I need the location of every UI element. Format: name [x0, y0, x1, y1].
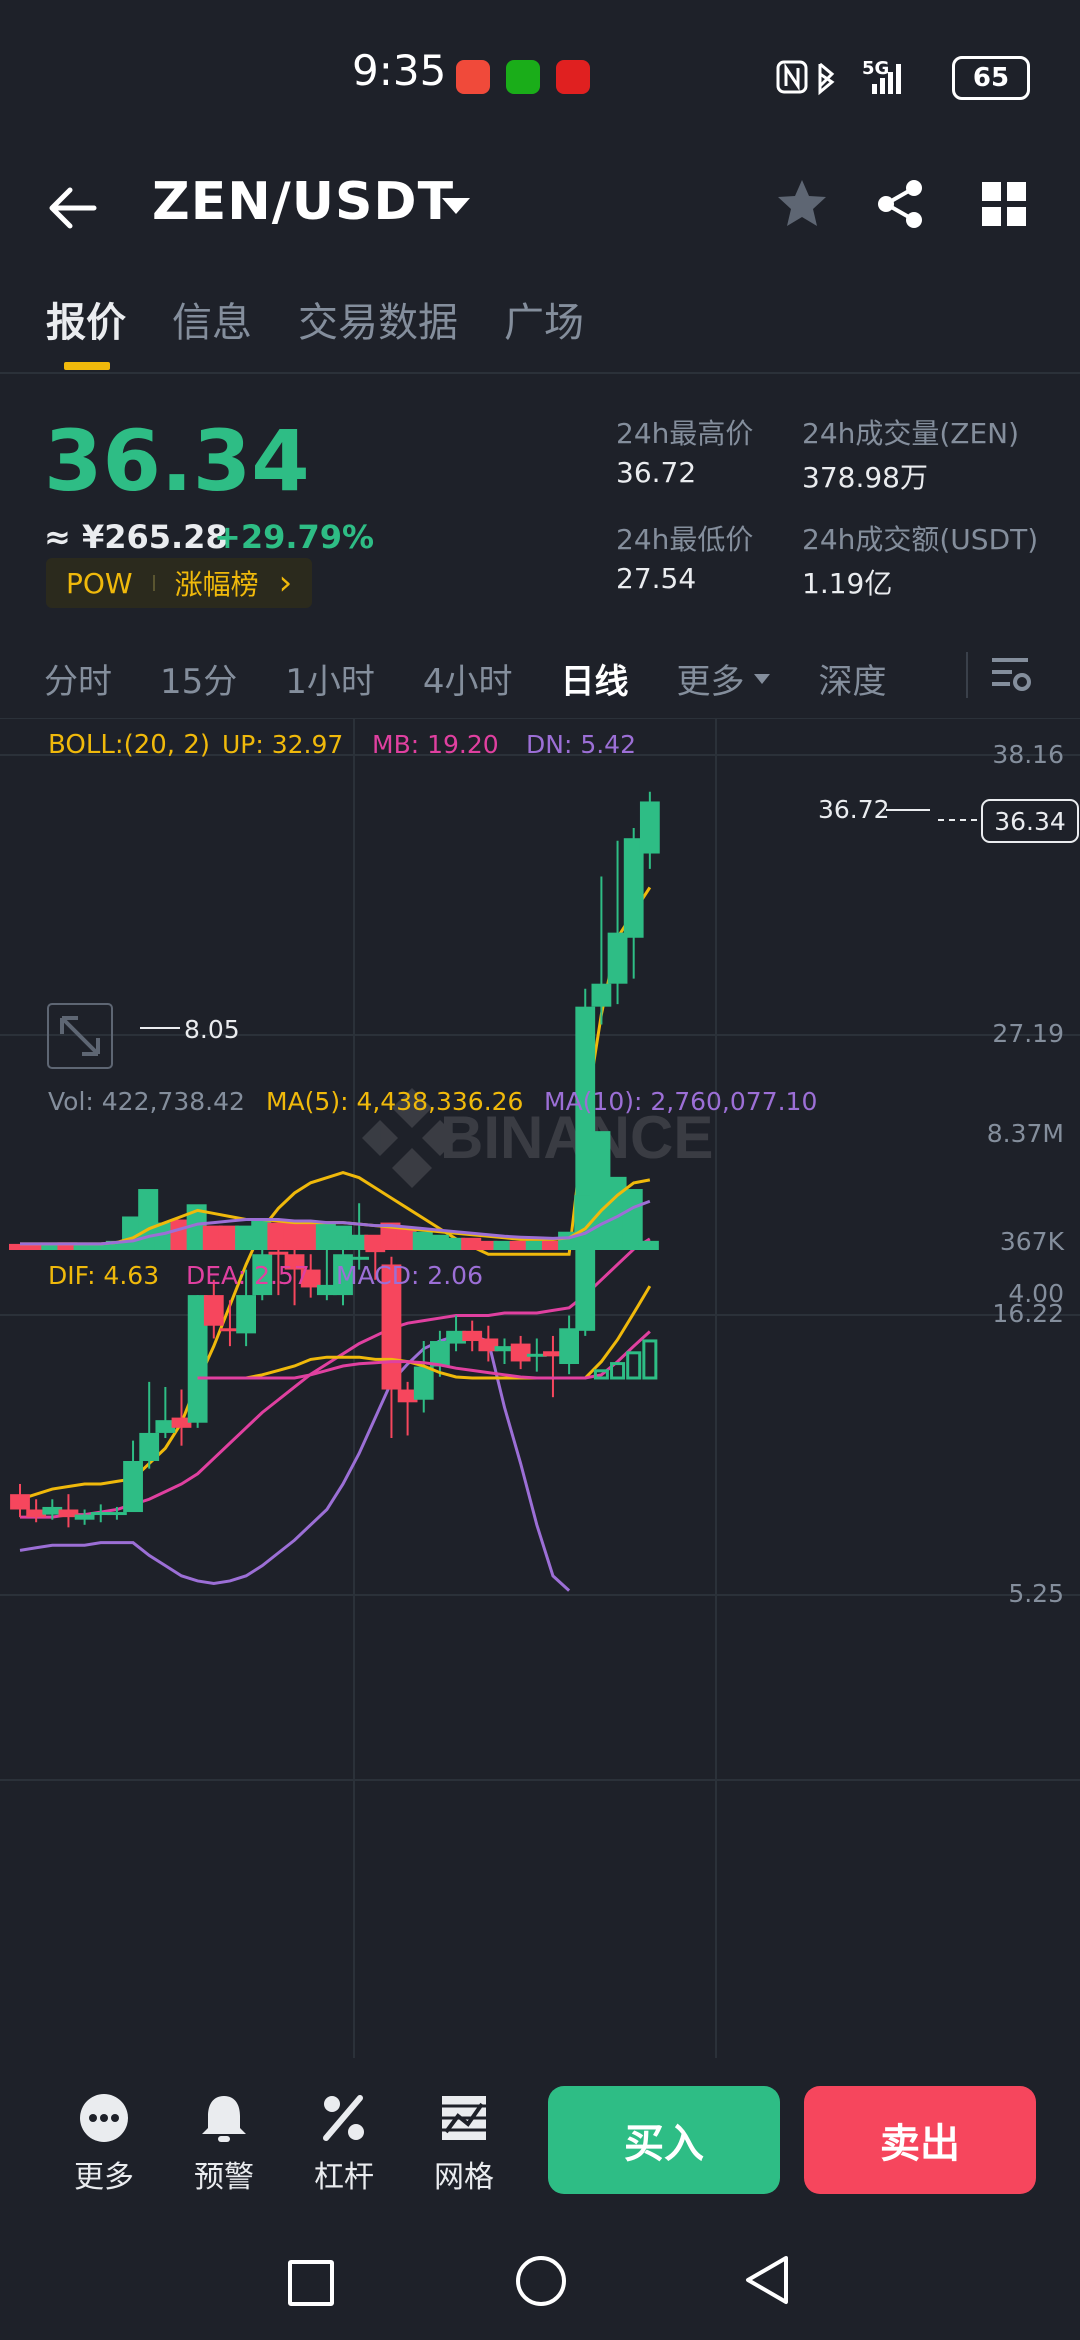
tab-square[interactable]: 广场 — [504, 290, 584, 348]
macd-hist-bar — [642, 1339, 658, 1380]
tab-info[interactable]: 信息 — [172, 290, 252, 348]
period-1d[interactable]: 日线 — [561, 654, 629, 703]
percent-icon — [323, 2095, 364, 2141]
pair-title[interactable]: ZEN/USDT — [152, 172, 454, 232]
network-label: 5G — [862, 58, 890, 79]
high-label: 24h最高价 — [616, 417, 754, 450]
share-icon[interactable] — [872, 176, 928, 232]
boll-up: UP: 32.97 — [222, 730, 343, 759]
vol-ma5: MA(5): 4,438,336.26 — [266, 1087, 523, 1116]
grid-button[interactable]: 网格 — [414, 2092, 514, 2196]
main-tabs: 报价 信息 交易数据 广场 — [46, 290, 584, 348]
tabs-divider — [0, 372, 1080, 374]
recent-apps-button[interactable] — [288, 2260, 334, 2306]
game-app-icon — [556, 60, 590, 94]
candle — [510, 1335, 531, 1370]
grid-trading-icon — [442, 2096, 486, 2140]
current-price-label: 36.34 — [994, 807, 1066, 836]
vol-label: Vol: 422,738.42 — [48, 1087, 245, 1116]
tab-active-indicator — [64, 362, 110, 370]
period-4h[interactable]: 4小时 — [423, 654, 513, 703]
tag-separator — [152, 575, 155, 591]
boll-dn-line — [19, 1334, 571, 1592]
pair-dropdown-icon[interactable] — [440, 194, 472, 218]
vol-axis-top: 8.37M — [987, 1119, 1064, 1148]
volume-label: 24h成交量(ZEN) — [802, 417, 1020, 450]
vol-axis-bottom: 367K — [1000, 1227, 1065, 1256]
more-dots-icon — [80, 2094, 128, 2142]
amount-label: 24h成交额(USDT) — [802, 523, 1039, 556]
home-button[interactable] — [516, 2256, 566, 2306]
period-more[interactable]: 更多 — [677, 654, 771, 703]
chart-grid — [0, 718, 1080, 2058]
period-depth[interactable]: 深度 — [819, 654, 887, 703]
volume-bar — [638, 1240, 659, 1250]
last-price: 36.34 — [44, 412, 310, 510]
change-percent: +29.79% — [214, 518, 375, 556]
high-marker: 36.72 — [818, 795, 930, 824]
low-label: 24h最低价 — [616, 523, 754, 556]
layout-grid-icon[interactable] — [980, 180, 1028, 228]
candle — [58, 1494, 79, 1528]
boll-up-line — [19, 886, 652, 1501]
period-15m[interactable]: 15分 — [160, 654, 237, 703]
boll-mb: MB: 19.20 — [372, 730, 499, 759]
low-marker-label: 8.05 — [184, 1015, 240, 1044]
low-value: 27.54 — [616, 562, 697, 595]
macd-dea: DEA: 2.57 — [186, 1261, 310, 1290]
caret-down-icon — [753, 673, 770, 684]
amount-value: 1.19亿 — [802, 567, 893, 600]
boll-label: BOLL:(20, 2) — [48, 730, 210, 760]
current-price-marker[interactable]: 36.34 — [938, 799, 1079, 843]
candle — [155, 1386, 176, 1439]
period-selector: 分时 15分 1小时 4小时 日线 更多 深度 — [44, 654, 935, 703]
sell-button[interactable]: 卖出 — [804, 2086, 1036, 2194]
boll-dn: DN: 5.42 — [526, 730, 636, 759]
more-button[interactable]: 更多 — [54, 2092, 154, 2196]
leverage-label: 杠杆 — [314, 2160, 374, 2195]
axis-price-2: 27.19 — [992, 1019, 1064, 1048]
status-time: 9:35 — [352, 46, 447, 95]
vol-ma10: MA(10): 2,760,077.10 — [544, 1087, 817, 1116]
alert-label: 预警 — [194, 2160, 254, 2195]
low-marker: 8.05 — [140, 1015, 240, 1044]
period-divider — [966, 652, 968, 698]
period-1h[interactable]: 1小时 — [285, 654, 375, 703]
tag-pow: POW — [66, 566, 133, 600]
more-label: 更多 — [74, 2160, 134, 2195]
axis-price-1: 38.16 — [992, 740, 1064, 769]
battery-indicator: 65 — [952, 56, 1030, 100]
grid-label: 网格 — [434, 2160, 494, 2195]
leverage-button[interactable]: 杠杆 — [294, 2092, 394, 2196]
high-marker-label: 36.72 — [818, 795, 890, 824]
period-more-label: 更多 — [676, 662, 745, 702]
cny-price: ≈ ¥265.28 — [44, 518, 228, 556]
macd-dif: DIF: 4.63 — [48, 1261, 159, 1290]
tab-trading-data[interactable]: 交易数据 — [298, 290, 458, 348]
back-arrow-icon[interactable] — [44, 178, 104, 238]
high-value: 36.72 — [616, 456, 697, 489]
macd-hist-bar — [626, 1351, 642, 1380]
alert-button[interactable]: 预警 — [174, 2092, 274, 2196]
axis-price-4: 5.25 — [1008, 1579, 1064, 1608]
period-timeline[interactable]: 分时 — [44, 654, 112, 703]
chevron-right-icon: › — [278, 563, 293, 603]
macd-value: MACD: 2.06 — [336, 1261, 483, 1290]
notification-app-icon — [456, 60, 490, 94]
tab-quote[interactable]: 报价 — [46, 290, 126, 348]
bell-icon — [202, 2096, 246, 2142]
macd-axis-top: 4.00 — [1008, 1279, 1064, 1308]
kline-chart[interactable]: BINANCE BOLL:(20, 2) UP: 32.97 MB: 19.20… — [0, 718, 1080, 2058]
volume-value: 378.98万 — [802, 461, 928, 494]
chart-settings-icon[interactable] — [988, 652, 1032, 696]
buy-button[interactable]: 买入 — [548, 2086, 780, 2194]
wechat-icon — [506, 60, 540, 94]
category-tag[interactable]: POW 涨幅榜 › — [46, 558, 313, 608]
tag-gainers: 涨幅榜 — [174, 568, 259, 601]
favorite-star-icon[interactable] — [774, 176, 830, 232]
nav-back-icon[interactable] — [742, 2254, 794, 2306]
